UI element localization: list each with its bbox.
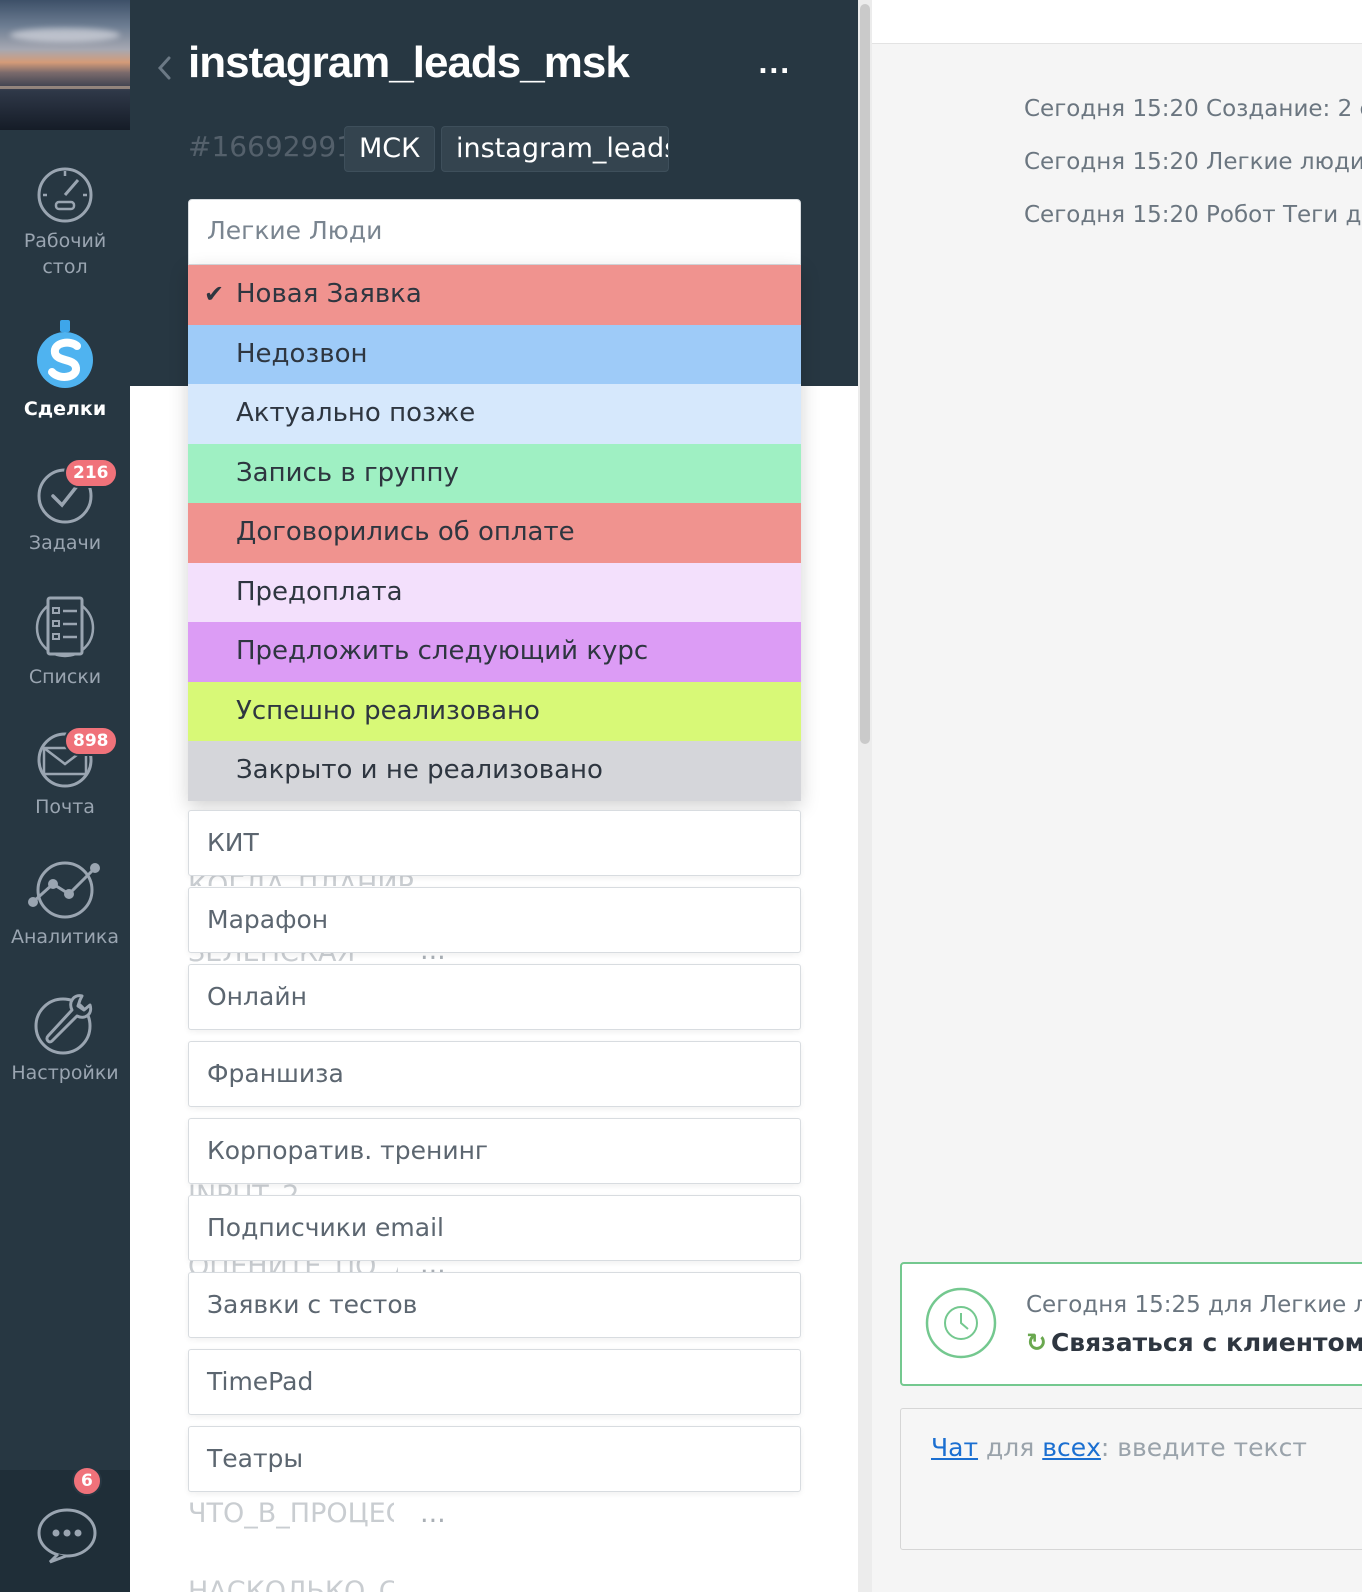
status-option[interactable]: Запись в группу — [188, 443, 801, 503]
speedometer-icon — [37, 167, 93, 223]
task-card[interactable]: Сегодня 15:25 для Легкие лю ↻ Связаться с… — [900, 1262, 1362, 1386]
chat-input-box[interactable]: Чат для всех: введите текст — [900, 1408, 1362, 1550]
chat-recipients-link[interactable]: всех — [1042, 1433, 1101, 1462]
field-label-naskolko: НАСКОЛЬКО_СТ — [188, 1576, 394, 1592]
nav-dashboard-label-1: Рабочий — [23, 230, 107, 252]
pipeline-option[interactable]: Онлайн — [188, 964, 801, 1030]
mail-count-badge: 898 — [64, 726, 118, 756]
analytics-chart-icon — [28, 861, 100, 919]
status-option[interactable]: Предложить следующий курс — [188, 622, 801, 682]
pipeline-option[interactable]: Марафон — [188, 887, 801, 953]
status-option[interactable]: Актуально позже — [188, 384, 801, 444]
lead-title[interactable]: instagram_leads_msk — [188, 38, 630, 88]
task-title-row: ↻ Связаться с клиентом — [1026, 1328, 1362, 1357]
nav-tasks-label: Задачи — [28, 532, 102, 554]
status-option[interactable]: Недозвон — [188, 324, 801, 384]
lead-id: #16692991 — [188, 130, 354, 163]
pipeline-selected[interactable]: Легкие Люди — [188, 199, 801, 265]
task-title: Связаться с клиентом — [1050, 1328, 1362, 1357]
nav-settings[interactable]: Настройки — [0, 990, 130, 1086]
back-arrow-icon[interactable] — [150, 48, 180, 88]
list-document-icon — [35, 596, 95, 658]
chat-bubble-icon[interactable] — [36, 1506, 98, 1564]
pipeline-option[interactable]: Подписчики email — [188, 1195, 801, 1261]
status-option[interactable]: Договорились об оплате — [188, 503, 801, 563]
status-option-label: Запись в группу — [236, 457, 459, 488]
status-list: ✔ Новая Заявка Недозвон Актуально позже Запи… — [188, 265, 801, 801]
nav-deals-label: Сделки — [23, 398, 107, 420]
pipeline-option[interactable]: Франшиза — [188, 1041, 801, 1107]
pipeline-option[interactable]: TimePad — [188, 1349, 801, 1415]
task-due-text: Сегодня 15:25 для Легкие лю — [1026, 1292, 1362, 1318]
tag-msk[interactable]: МСК — [344, 126, 436, 172]
pipeline-option[interactable]: Корпоратив. тренинг — [188, 1118, 801, 1184]
chat-prompt-label: : введите текст — [1100, 1433, 1307, 1462]
status-option-label: Договорились об оплате — [236, 517, 575, 547]
chat-for-label: для — [978, 1433, 1043, 1462]
repeat-icon: ↻ — [1026, 1328, 1047, 1357]
status-option-label: Закрыто и не реализовано — [236, 755, 603, 785]
field-ellipsis-3: ... — [420, 1498, 446, 1529]
selected-check-icon: ✔ — [204, 280, 225, 308]
feed-entry-pipeline: Сегодня 15:20 Легкие люди — [1024, 149, 1362, 175]
pipeline-option[interactable]: Заявки с тестов — [188, 1272, 801, 1338]
feed-topbar — [872, 0, 1362, 44]
wrench-icon — [34, 994, 93, 1055]
tag-instagram-leads[interactable]: instagram_leads_ — [441, 126, 669, 172]
status-option[interactable]: ✔ Новая Заявка — [188, 265, 801, 325]
user-avatar-photo[interactable] — [0, 0, 130, 130]
status-option-label: Недозвон — [236, 338, 368, 369]
feed-entry-robot: Сегодня 15:20 Робот Теги до — [1024, 202, 1362, 228]
nav-deals[interactable]: Сделки — [0, 318, 130, 422]
chat-type-link[interactable]: Чат — [931, 1433, 978, 1462]
pipeline-option[interactable]: Театры — [188, 1426, 801, 1492]
nav-lists-label: Списки — [28, 666, 102, 688]
tasks-count-badge: 216 — [64, 458, 118, 488]
nav-analytics[interactable]: Аналитика — [0, 858, 130, 950]
chat-placeholder: Чат для всех: введите текст — [931, 1433, 1307, 1462]
status-option-label: Актуально позже — [236, 398, 476, 428]
more-options-button[interactable]: ... — [758, 50, 791, 80]
feed-entry-created: Сегодня 15:20 Создание: 2 со — [1024, 96, 1362, 122]
status-option-label: Предоплата — [236, 576, 403, 607]
status-option-label: Предложить следующий курс — [236, 636, 649, 666]
status-option[interactable]: Предоплата — [188, 562, 801, 622]
clock-icon — [925, 1287, 997, 1359]
nav-dashboard-label-2: стол — [42, 256, 88, 278]
nav-dashboard[interactable]: Рабочий стол — [0, 162, 130, 280]
scrollbar-thumb[interactable] — [860, 4, 870, 744]
field-label-chto-v-protsesse: ЧТО_В_ПРОЦЕС — [188, 1498, 394, 1529]
status-option[interactable]: Успешно реализовано — [188, 681, 801, 741]
left-navigation: Рабочий стол Сделки Задачи 216 Списки По… — [0, 0, 130, 1592]
nav-analytics-label: Аналитика — [10, 926, 120, 948]
nav-lists[interactable]: Списки — [0, 594, 130, 690]
chat-count-badge: 6 — [72, 1466, 102, 1496]
status-option-label: Успешно реализовано — [236, 695, 540, 726]
status-option[interactable]: Закрыто и не реализовано — [188, 741, 801, 801]
deals-dollar-icon — [37, 320, 93, 388]
nav-settings-label: Настройки — [11, 1062, 119, 1084]
nav-chat-area: 6 — [0, 1466, 130, 1592]
status-option-label: Новая Заявка — [236, 279, 422, 309]
pipeline-option[interactable]: КИТ — [188, 810, 801, 876]
nav-mail-label: Почта — [35, 796, 95, 818]
